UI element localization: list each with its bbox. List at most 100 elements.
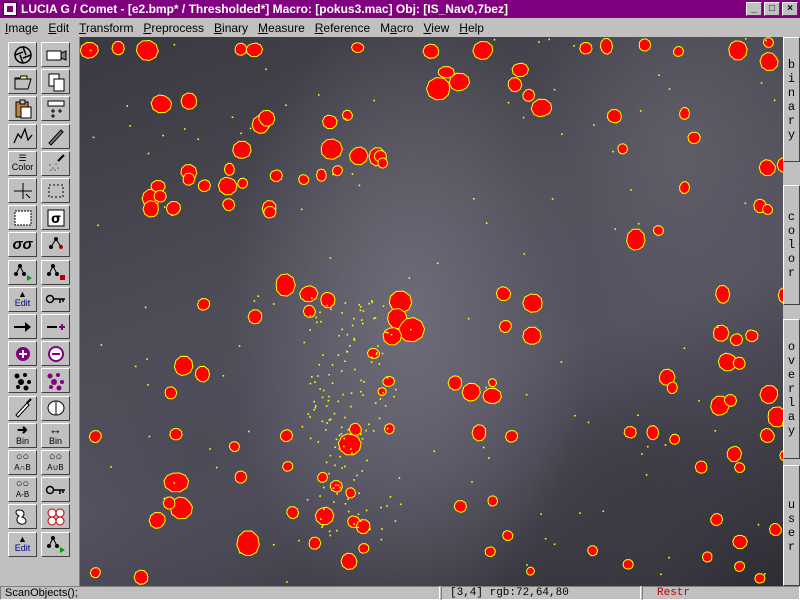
edit-tree-icon[interactable]: ▲ Edit bbox=[8, 286, 37, 312]
edit-tree-icon-2[interactable]: ▲ Edit bbox=[8, 531, 37, 557]
speck bbox=[381, 528, 383, 530]
binary-both-icon[interactable]: ↔ Bin bbox=[41, 422, 70, 448]
paste-icon[interactable] bbox=[8, 96, 37, 122]
frame-select-icon[interactable] bbox=[41, 178, 70, 203]
speck bbox=[311, 376, 313, 378]
a-minus-b-icon[interactable]: ○○ A-B bbox=[8, 477, 37, 503]
particle-object bbox=[599, 37, 614, 55]
tab-user[interactable]: user bbox=[783, 465, 800, 586]
menu-edit[interactable]: Edit bbox=[43, 21, 74, 35]
speck bbox=[382, 391, 385, 394]
open-file-icon[interactable] bbox=[8, 69, 37, 95]
speck bbox=[394, 520, 397, 522]
speck bbox=[89, 49, 92, 52]
menu-measure[interactable]: Measure bbox=[253, 21, 310, 35]
speck bbox=[318, 94, 320, 96]
maximize-button[interactable]: □ bbox=[764, 2, 780, 16]
menu-macro[interactable]: Macro bbox=[375, 21, 418, 35]
particle-object bbox=[495, 286, 512, 302]
speck bbox=[579, 512, 581, 514]
speck bbox=[358, 184, 361, 187]
particles-purple-icon[interactable] bbox=[41, 368, 70, 394]
speck bbox=[523, 253, 526, 255]
sigma-icon[interactable]: σ bbox=[41, 205, 70, 231]
color-icon[interactable]: ☰ Color bbox=[8, 150, 37, 176]
tree-stop-icon[interactable] bbox=[41, 259, 70, 285]
particle-object bbox=[652, 225, 665, 237]
speck bbox=[507, 101, 510, 104]
aperture-icon[interactable] bbox=[8, 42, 37, 67]
menu-preprocess[interactable]: Preprocess bbox=[138, 21, 209, 35]
particle-object bbox=[345, 487, 357, 499]
speck bbox=[301, 208, 303, 211]
menu-view[interactable]: View bbox=[418, 21, 454, 35]
menu-reference[interactable]: Reference bbox=[310, 21, 375, 35]
particle-object bbox=[761, 203, 774, 215]
key-small-icon[interactable] bbox=[41, 477, 70, 503]
menu-transform[interactable]: Transform bbox=[74, 21, 138, 35]
window-title: LUCIA G / Comet - [e2.bmp* / Thresholded… bbox=[21, 2, 508, 16]
remove-circle-icon[interactable] bbox=[41, 341, 70, 367]
profile-graph-icon[interactable] bbox=[8, 123, 37, 149]
speck bbox=[110, 466, 112, 468]
menu-binary[interactable]: Binary bbox=[209, 21, 253, 35]
or-b-icon[interactable]: ○○ A∪B bbox=[41, 450, 70, 475]
speck bbox=[325, 405, 328, 407]
contour-icon[interactable] bbox=[8, 504, 37, 530]
speck bbox=[612, 150, 614, 153]
particle-object bbox=[88, 430, 102, 444]
particle-object bbox=[666, 381, 678, 394]
close-button[interactable]: × bbox=[782, 2, 798, 16]
spray-icon[interactable] bbox=[41, 150, 70, 176]
speck bbox=[639, 110, 642, 112]
speck bbox=[329, 257, 332, 259]
app-icon[interactable] bbox=[3, 2, 17, 16]
brush-icon[interactable] bbox=[8, 395, 37, 421]
speck bbox=[239, 551, 241, 554]
double-sigma-icon[interactable]: σσ bbox=[8, 232, 37, 258]
tab-binary[interactable]: binary bbox=[783, 37, 800, 162]
add-circle-icon[interactable] bbox=[8, 341, 37, 367]
speck bbox=[353, 339, 356, 341]
speck bbox=[147, 384, 149, 386]
and-b-icon[interactable]: ○○ A∩B bbox=[8, 450, 37, 475]
speck bbox=[344, 465, 346, 468]
speck bbox=[314, 381, 316, 383]
tab-overlay[interactable]: overlay bbox=[783, 319, 800, 459]
pen-icon[interactable] bbox=[41, 123, 70, 149]
copy-icon[interactable] bbox=[41, 69, 70, 95]
minus-plus-icon[interactable] bbox=[41, 314, 70, 339]
crosshair-icon[interactable] bbox=[8, 178, 37, 203]
speck bbox=[338, 447, 341, 450]
particle-object bbox=[164, 386, 178, 400]
tree-green-play-icon-2[interactable] bbox=[41, 531, 70, 557]
speck bbox=[637, 414, 639, 416]
speck bbox=[321, 526, 323, 528]
speck bbox=[323, 508, 325, 511]
image-canvas[interactable] bbox=[80, 37, 783, 586]
speck bbox=[368, 302, 370, 305]
grid-plus-icon[interactable] bbox=[41, 96, 70, 122]
particle-object bbox=[425, 77, 451, 101]
title-bar[interactable]: LUCIA G / Comet - [e2.bmp* / Thresholded… bbox=[0, 0, 800, 18]
tree-green-play-icon[interactable] bbox=[8, 259, 37, 285]
menu-image[interactable]: Image bbox=[0, 21, 43, 35]
speck bbox=[330, 308, 332, 310]
binary-right-icon[interactable]: ➜ Bin bbox=[8, 422, 37, 448]
particle-object bbox=[142, 200, 159, 218]
camera-icon[interactable] bbox=[41, 42, 70, 67]
key-icon[interactable] bbox=[41, 286, 70, 312]
split-object-icon[interactable] bbox=[41, 395, 70, 421]
arrow-right-icon[interactable] bbox=[8, 314, 37, 339]
double-contour-icon[interactable] bbox=[41, 504, 70, 530]
status-coordinates: [3,4] rgb:72,64,80 bbox=[441, 586, 641, 600]
tab-color[interactable]: color bbox=[783, 185, 800, 305]
particles-dark-icon[interactable] bbox=[8, 368, 37, 394]
selection-rect-icon[interactable] bbox=[8, 205, 37, 231]
speck bbox=[323, 486, 325, 489]
tree-red-icon[interactable] bbox=[41, 232, 70, 258]
particle-object bbox=[522, 293, 543, 313]
minimize-button[interactable]: _ bbox=[746, 2, 762, 16]
speck bbox=[343, 437, 346, 440]
menu-help[interactable]: Help bbox=[454, 21, 489, 35]
